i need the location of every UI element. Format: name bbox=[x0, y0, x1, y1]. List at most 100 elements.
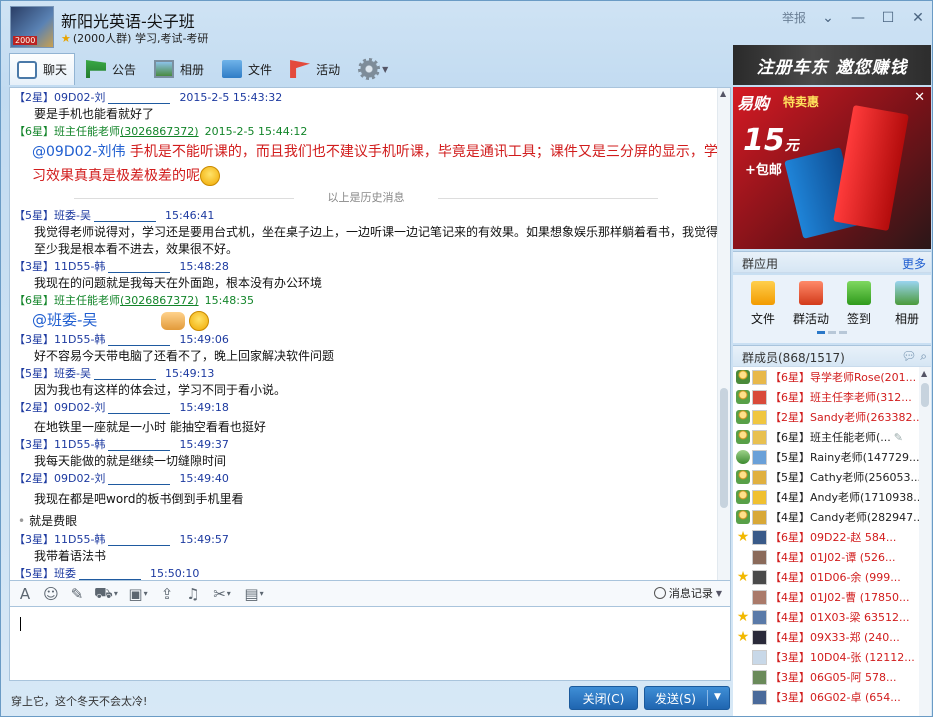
emoji-icon[interactable]: ☺ bbox=[40, 584, 62, 604]
sender-name[interactable]: 09D02-刘 bbox=[54, 401, 105, 414]
screenshot-scissors-icon[interactable]: ✂ ▾ bbox=[208, 584, 236, 604]
settings-menu[interactable]: ▼ bbox=[351, 54, 395, 84]
member-scrollbar[interactable]: ▲ bbox=[919, 367, 931, 716]
tab-chat[interactable]: 聊天 bbox=[9, 53, 76, 85]
member-row[interactable]: 【4星】Andy老师(1710938... bbox=[733, 487, 931, 507]
member-row[interactable]: 【5星】Cathy老师(256053... bbox=[733, 467, 931, 487]
member-row[interactable]: 【3星】06G05-阿 578... bbox=[733, 667, 931, 687]
sender-qq[interactable]: (3026867372) bbox=[120, 294, 199, 307]
member-row[interactable]: 【2星】Sandy老师(263382... bbox=[733, 407, 931, 427]
sender-name[interactable]: 11D55-韩 bbox=[54, 333, 105, 346]
avatar[interactable] bbox=[752, 569, 767, 585]
message-area[interactable]: 【2星】09D02-刘 2015-2-5 15:43:32 要是手机也能看就好了 … bbox=[9, 87, 731, 581]
mention[interactable]: @班委-吴 bbox=[32, 311, 97, 329]
avatar[interactable] bbox=[752, 669, 767, 685]
avatar[interactable] bbox=[752, 689, 767, 705]
message-scrollbar[interactable]: ▲ bbox=[717, 88, 730, 580]
scroll-up-icon[interactable]: ▲ bbox=[921, 369, 927, 378]
member-row[interactable]: 【4星】01J02-曹 (17850... bbox=[733, 587, 931, 607]
member-row[interactable]: ★ 【6星】09D22-赵 584... bbox=[733, 527, 931, 547]
page-dot[interactable] bbox=[817, 331, 825, 334]
avatar[interactable] bbox=[752, 649, 767, 665]
tab-files[interactable]: 文件 bbox=[215, 54, 279, 84]
shake-window-icon[interactable]: ⛟ ▾ bbox=[92, 584, 120, 604]
member-row[interactable]: ★ 【4星】01X03-梁 63512... bbox=[733, 607, 931, 627]
member-row[interactable]: 【5星】Rainy老师(147729... bbox=[733, 447, 931, 467]
banner-ad[interactable]: 注册车东 邀您赚钱 bbox=[733, 45, 931, 85]
avatar[interactable] bbox=[752, 489, 767, 505]
avatar[interactable] bbox=[752, 509, 767, 525]
tab-activity[interactable]: 活动 bbox=[283, 54, 347, 84]
app-files[interactable]: 文件 bbox=[739, 275, 787, 343]
app-page-indicator[interactable] bbox=[817, 331, 847, 334]
avatar[interactable] bbox=[752, 369, 767, 385]
avatar[interactable] bbox=[752, 629, 767, 645]
sender-name[interactable]: 11D55-韩 bbox=[54, 260, 105, 273]
scrollbar-thumb[interactable] bbox=[921, 383, 929, 407]
member-row[interactable]: 【4星】Candy老师(282947... bbox=[733, 507, 931, 527]
tab-notice[interactable]: 公告 bbox=[79, 54, 143, 84]
sender-name[interactable]: 11D55-韩 bbox=[54, 533, 105, 546]
send-options-icon[interactable]: ▼ bbox=[714, 692, 721, 702]
close-icon[interactable]: ✕ bbox=[910, 10, 926, 26]
ad-signature-link[interactable]: 穿上它，这个冬天不会太冷! bbox=[11, 693, 147, 709]
message-input[interactable] bbox=[9, 607, 731, 681]
member-row[interactable]: 【6星】班主任李老师(312... bbox=[733, 387, 931, 407]
chat-bubble-icon[interactable]: 💬︎ bbox=[901, 349, 916, 363]
group-avatar[interactable]: 2000 bbox=[10, 6, 54, 48]
sender-name[interactable]: 11D55-韩 bbox=[54, 438, 105, 451]
member-row[interactable]: 【3星】06G02-卓 (654... bbox=[733, 687, 931, 707]
avatar[interactable] bbox=[752, 389, 767, 405]
product-ad[interactable]: 易购 特卖惠 ✕ 15元 +包邮 bbox=[733, 87, 931, 249]
sender-name[interactable]: 09D02-刘 bbox=[54, 472, 105, 485]
sender-qq[interactable]: (3026867372) bbox=[120, 125, 199, 138]
minimize-icon[interactable]: — bbox=[850, 10, 866, 26]
message-time: 15:49:06 bbox=[179, 333, 229, 346]
mention[interactable]: @09D02-刘伟 bbox=[32, 144, 125, 160]
sender-name[interactable]: 班委 bbox=[54, 567, 76, 580]
ad-close-icon[interactable]: ✕ bbox=[914, 90, 925, 105]
page-dot[interactable] bbox=[828, 331, 836, 334]
avatar[interactable] bbox=[752, 589, 767, 605]
scroll-up-icon[interactable]: ▲ bbox=[720, 89, 726, 98]
avatar[interactable] bbox=[752, 429, 767, 445]
maximize-icon[interactable]: ☐ bbox=[880, 10, 896, 26]
sender-name[interactable]: 班委-吴 bbox=[54, 209, 91, 222]
message-history-button[interactable]: 消息记录 ▼ bbox=[653, 585, 722, 601]
member-row[interactable]: 【4星】01J02-谭 (526... bbox=[733, 547, 931, 567]
edit-card-icon[interactable]: ✎ bbox=[894, 431, 903, 444]
avatar[interactable] bbox=[752, 469, 767, 485]
sender-name[interactable]: 班主任能老师 bbox=[54, 294, 120, 307]
font-icon[interactable]: A bbox=[14, 584, 36, 604]
avatar[interactable] bbox=[752, 409, 767, 425]
message-text: @班委-吴 bbox=[14, 309, 718, 331]
send-button[interactable]: 发送(S) ▼ bbox=[644, 686, 730, 710]
avatar[interactable] bbox=[752, 449, 767, 465]
avatar[interactable] bbox=[752, 609, 767, 625]
tab-album[interactable]: 相册 bbox=[147, 54, 211, 84]
upload-icon[interactable]: ⇪ bbox=[156, 584, 178, 604]
sender-name[interactable]: 班主任能老师 bbox=[54, 125, 120, 138]
magic-wand-icon[interactable]: ✎ bbox=[66, 584, 88, 604]
group-title[interactable]: 新阳光英语-尖子班 bbox=[61, 8, 195, 32]
member-row[interactable]: ★ 【4星】01D06-余 (999... bbox=[733, 567, 931, 587]
close-button[interactable]: 关闭(C) bbox=[569, 686, 638, 710]
member-row[interactable]: 【6星】导学老师Rose(201... bbox=[733, 367, 931, 387]
sender-name[interactable]: 09D02-刘 bbox=[54, 91, 105, 104]
avatar[interactable] bbox=[752, 529, 767, 545]
scrollbar-thumb[interactable] bbox=[720, 388, 728, 508]
member-row[interactable]: ★ 【4星】09X33-郑 (240... bbox=[733, 627, 931, 647]
music-icon[interactable]: ♫ bbox=[182, 584, 204, 604]
report-button[interactable]: 举报 bbox=[782, 9, 806, 26]
member-row[interactable]: 【6星】班主任能老师(... ✎ bbox=[733, 427, 931, 447]
sender-name[interactable]: 班委-吴 bbox=[54, 367, 91, 380]
page-dot[interactable] bbox=[839, 331, 847, 334]
member-row[interactable]: 【3星】10D04-张 (12112... bbox=[733, 647, 931, 667]
app-album[interactable]: 相册 bbox=[883, 275, 931, 343]
group-apps-more-link[interactable]: 更多 bbox=[902, 255, 926, 272]
search-icon[interactable]: ⌕ bbox=[920, 349, 927, 363]
menu-dropdown-icon[interactable]: ⌄ bbox=[820, 10, 836, 26]
avatar[interactable] bbox=[752, 549, 767, 565]
more-tools-icon[interactable]: ▤ ▾ bbox=[240, 584, 268, 604]
image-icon[interactable]: ▣ ▾ bbox=[124, 584, 152, 604]
